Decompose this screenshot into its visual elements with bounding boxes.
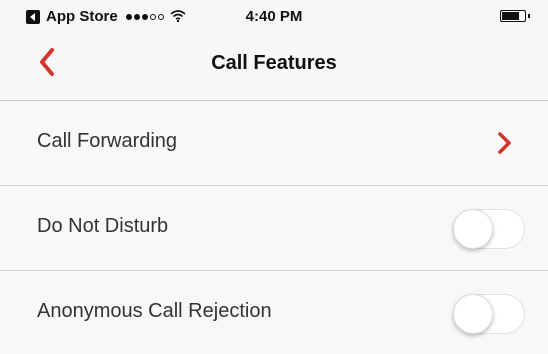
toggle-knob — [452, 208, 493, 249]
anonymous-call-rejection-row: Anonymous Call Rejection — [0, 271, 548, 354]
do-not-disturb-row: Do Not Disturb — [0, 186, 548, 271]
toggle-knob — [452, 293, 493, 334]
phone-screen: App Store 4:40 PM Call Features Call For… — [0, 0, 548, 354]
navigation-bar: Call Features — [0, 30, 548, 101]
call-forwarding-row[interactable]: Call Forwarding — [0, 101, 548, 186]
battery-level — [502, 12, 519, 20]
do-not-disturb-toggle[interactable] — [452, 208, 525, 249]
do-not-disturb-label: Do Not Disturb — [37, 215, 169, 237]
battery-icon — [500, 10, 530, 22]
call-forwarding-label: Call Forwarding — [37, 130, 178, 152]
battery-cap — [528, 14, 530, 18]
settings-list: Call Forwarding Do Not Disturb Anonymous… — [0, 101, 548, 354]
clock: 4:40 PM — [245, 8, 303, 25]
anonymous-call-rejection-label: Anonymous Call Rejection — [37, 300, 272, 322]
chevron-right-icon — [498, 132, 511, 154]
anonymous-call-rejection-toggle[interactable] — [452, 293, 525, 334]
page-title: Call Features — [211, 52, 337, 74]
status-bar: App Store 4:40 PM — [0, 0, 548, 30]
